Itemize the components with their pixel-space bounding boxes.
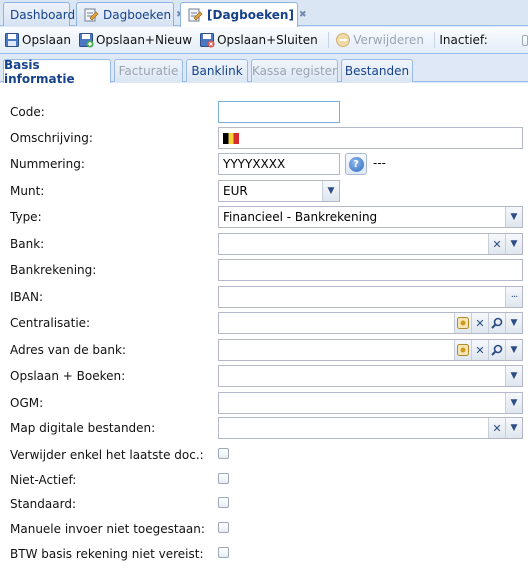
form-row-code: Code: — [0, 101, 528, 125]
niet-actief-checkbox[interactable] — [218, 473, 229, 484]
tab-dashboard[interactable]: Dashboard — [3, 2, 75, 26]
map-digitale-select[interactable]: ✕ ▼ — [218, 417, 523, 439]
floppy-disk-close-icon — [199, 32, 215, 48]
munt-select[interactable]: EUR ▼ — [218, 180, 340, 202]
add-icon[interactable] — [454, 340, 471, 360]
standaard-checkbox[interactable] — [218, 497, 229, 508]
bankrekening-input[interactable] — [218, 259, 523, 281]
btw-basis-checkbox[interactable] — [218, 547, 229, 558]
clear-icon[interactable]: ✕ — [471, 313, 488, 333]
chevron-down-icon[interactable]: ▼ — [505, 207, 522, 227]
journal-icon — [83, 7, 99, 23]
journal-icon — [187, 7, 203, 23]
tab-bestanden[interactable]: Bestanden — [341, 59, 413, 82]
tab-label: Dashboard — [10, 7, 76, 22]
chevron-down-icon[interactable]: ▼ — [505, 313, 522, 333]
search-icon[interactable] — [488, 340, 505, 360]
form-row-manuele-invoer: Manuele invoer niet toegestaan: — [0, 518, 528, 542]
clear-icon[interactable]: ✕ — [488, 234, 505, 254]
form-row-nummering: Nummering: YYYYXXXX ? --- — [0, 153, 528, 177]
clear-icon[interactable]: ✕ — [471, 340, 488, 360]
form-row-ogm: OGM: ▼ — [0, 392, 528, 416]
add-icon[interactable] — [454, 313, 471, 333]
form-row-centralisatie: Centralisatie: ✕ ▼ — [0, 312, 528, 336]
form-row-iban: IBAN: ··· — [0, 286, 528, 310]
flag-icon — [223, 133, 239, 144]
close-icon[interactable]: ✖ — [299, 10, 307, 20]
opslaan-boeken-select[interactable]: ▼ — [218, 365, 523, 387]
type-select[interactable]: Financieel - Bankrekening ▼ — [218, 206, 523, 228]
top-tab-bar: Dashboard Dagboeken ✖ [Dagboeken] ✖ — [0, 0, 528, 27]
ellipsis-icon[interactable]: ··· — [505, 287, 522, 307]
form-row-bank: Bank: ✕ ▼ — [0, 233, 528, 257]
info-button[interactable]: ? — [345, 153, 367, 175]
nummering-input[interactable]: YYYYXXXX — [218, 153, 340, 175]
chevron-down-icon[interactable]: ▼ — [505, 340, 522, 360]
floppy-disk-add-icon — [78, 32, 94, 48]
chevron-down-icon[interactable]: ▼ — [505, 234, 522, 254]
ogm-select[interactable]: ▼ — [218, 392, 523, 414]
form-row-adres-bank: Adres van de bank: ✕ ▼ — [0, 339, 528, 363]
chevron-down-icon[interactable]: ▼ — [505, 366, 522, 386]
form-row-omschrijving: Omschrijving: — [0, 127, 528, 151]
chevron-down-icon[interactable]: ▼ — [505, 393, 522, 413]
form-row-map-digitale: Map digitale bestanden: ✕ ▼ — [0, 417, 528, 441]
verwijder-laatste-checkbox[interactable] — [218, 448, 229, 459]
form-panel: Code: Omschrijving: Nummering: YYYYXXXX … — [0, 83, 528, 569]
omschrijving-input[interactable] — [218, 127, 523, 149]
inactive-label: Inactief: — [439, 33, 488, 47]
search-icon[interactable] — [488, 313, 505, 333]
bank-select[interactable]: ✕ ▼ — [218, 233, 523, 255]
form-row-bankrekening: Bankrekening: — [0, 259, 528, 283]
clear-icon[interactable]: ✕ — [488, 418, 505, 438]
form-row-verwijder-laatste: Verwijder enkel het laatste doc.: — [0, 444, 528, 468]
floppy-disk-icon — [4, 32, 20, 48]
form-row-opslaan-boeken: Opslaan + Boeken: ▼ — [0, 365, 528, 389]
form-row-type: Type: Financieel - Bankrekening ▼ — [0, 206, 528, 230]
chevron-down-icon[interactable]: ▼ — [505, 418, 522, 438]
tab-banklink[interactable]: Banklink — [186, 59, 248, 82]
adres-bank-select[interactable]: ✕ ▼ — [218, 339, 523, 361]
chevron-down-icon[interactable]: ▼ — [322, 181, 339, 201]
tab-facturatie[interactable]: Facturatie — [114, 59, 183, 82]
manuele-invoer-checkbox[interactable] — [218, 522, 229, 533]
tab-basis-informatie[interactable]: Basis informatie — [3, 58, 111, 86]
form-row-niet-actief: Niet-Actief: — [0, 469, 528, 493]
form-row-standaard: Standaard: — [0, 493, 528, 517]
tab-dagboeken-edit[interactable]: [Dagboeken] ✖ — [180, 2, 306, 27]
form-row-munt: Munt: EUR ▼ — [0, 180, 528, 204]
tab-label: [Dagboeken] — [207, 8, 294, 22]
tab-dagboeken[interactable]: Dagboeken ✖ — [76, 2, 184, 26]
tab-label: Dagboeken — [103, 7, 172, 22]
delete-button[interactable]: Verwijderen — [333, 30, 426, 50]
toolbar: Opslaan Opslaan+Nieuw Opslaan+Sluiten Ve… — [0, 27, 528, 54]
info-icon: ? — [348, 156, 364, 172]
save-new-button[interactable]: Opslaan+Nieuw — [76, 30, 194, 50]
tab-kassa-register[interactable]: Kassa register — [251, 59, 338, 82]
save-button[interactable]: Opslaan — [2, 30, 73, 50]
inactive-checkbox[interactable] — [521, 34, 528, 46]
iban-input[interactable]: ··· — [218, 286, 523, 308]
delete-icon — [335, 32, 351, 48]
form-row-btw-basis: BTW basis rekening niet vereist: — [0, 543, 528, 567]
centralisatie-select[interactable]: ✕ ▼ — [218, 312, 523, 334]
nummering-suffix: --- — [373, 156, 386, 170]
detail-tab-bar: Basis informatie Facturatie Banklink Kas… — [0, 55, 528, 86]
code-input[interactable] — [218, 101, 340, 123]
save-close-button[interactable]: Opslaan+Sluiten — [197, 30, 320, 50]
